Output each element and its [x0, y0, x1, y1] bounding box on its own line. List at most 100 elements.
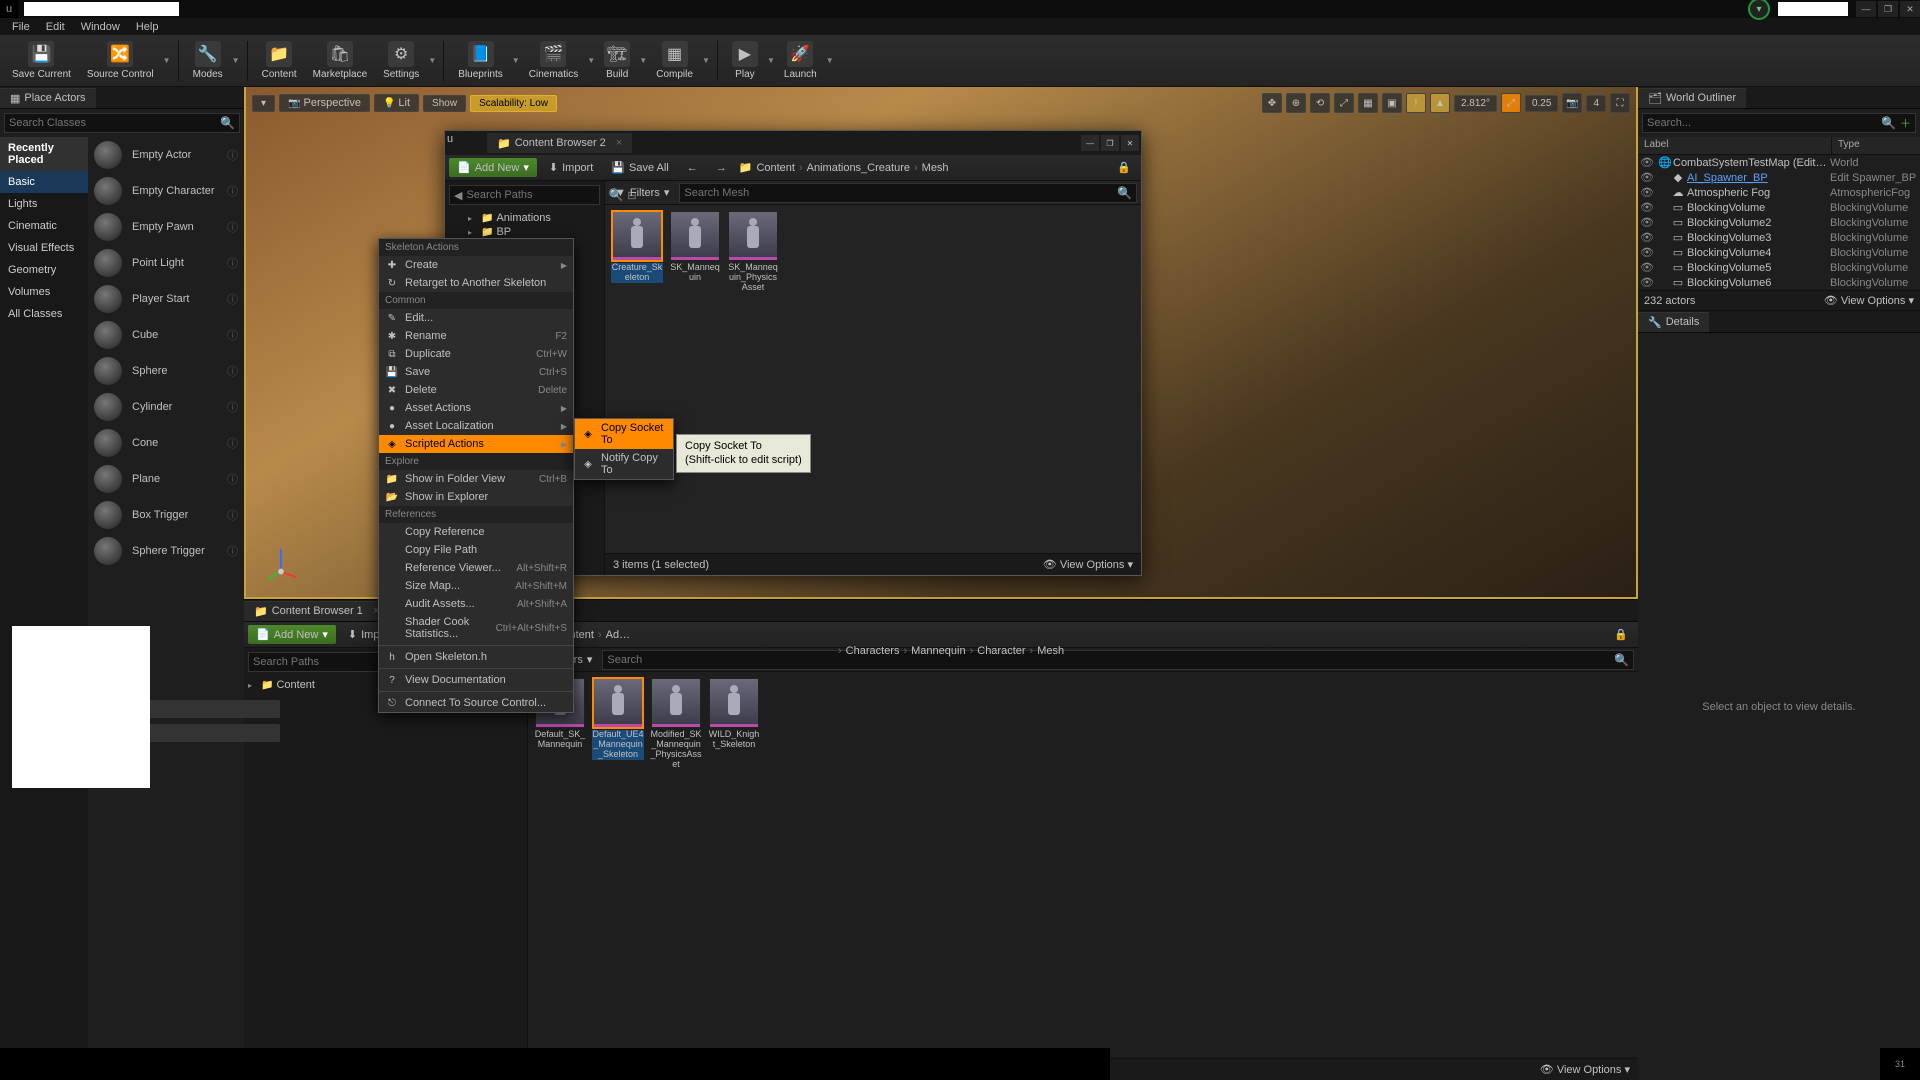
context-item-shader-cook-statistics-[interactable]: Shader Cook Statistics...Ctrl+Alt+Shift+…: [379, 613, 573, 643]
info-icon[interactable]: ⓘ: [227, 147, 238, 163]
nav-back-button[interactable]: ←: [681, 159, 704, 177]
warning-icon[interactable]: !: [1406, 93, 1426, 113]
context-item-create[interactable]: ✚Create▶: [379, 256, 573, 274]
close-icon[interactable]: ×: [616, 137, 622, 149]
content-button[interactable]: 📁Content: [254, 37, 305, 85]
scale-snap-value[interactable]: 0.25: [1525, 95, 1558, 112]
asset-item[interactable]: Default_UE4_Mannequin_Skeleton: [592, 678, 644, 770]
outliner-row[interactable]: 👁◆AI_Spawner_BPEdit Spawner_BP: [1638, 170, 1920, 185]
camera-speed-value[interactable]: 4: [1586, 95, 1606, 112]
context-item-edit-[interactable]: ✎Edit...: [379, 309, 573, 327]
outliner-row[interactable]: 👁▭BlockingVolume3BlockingVolume: [1638, 230, 1920, 245]
outliner-row[interactable]: 👁🌐CombatSystemTestMap (Editor)World: [1638, 155, 1920, 170]
context-item-duplicate[interactable]: ⧉DuplicateCtrl+W: [379, 345, 573, 363]
actor-cone[interactable]: Coneⓘ: [88, 425, 244, 461]
dropdown-arrow-icon[interactable]: ▼: [766, 37, 776, 85]
col-type[interactable]: Type: [1832, 137, 1920, 154]
outliner-row[interactable]: 👁▭BlockingVolume4BlockingVolume: [1638, 245, 1920, 260]
window-restore-button[interactable]: ❐: [1878, 1, 1898, 17]
dropdown-arrow-icon[interactable]: ▼: [162, 37, 172, 85]
visibility-icon[interactable]: 👁: [1640, 201, 1652, 214]
context-item-audit-assets-[interactable]: Audit Assets...Alt+Shift+A: [379, 595, 573, 613]
compile-button[interactable]: ▦Compile: [648, 37, 701, 85]
warning2-icon[interactable]: ▲: [1430, 93, 1450, 113]
crumb-item[interactable]: Mesh: [922, 162, 949, 174]
info-icon[interactable]: ⓘ: [227, 507, 238, 523]
tab-content-browser-2[interactable]: 📁 Content Browser 2 ×: [487, 133, 632, 153]
visibility-icon[interactable]: 👁: [1640, 246, 1652, 259]
blueprints-button[interactable]: 📘Blueprints: [450, 37, 510, 85]
context-item-copy-reference[interactable]: Copy Reference: [379, 523, 573, 541]
category-geometry[interactable]: Geometry: [0, 259, 88, 281]
build-button[interactable]: 🏗Build: [596, 37, 638, 85]
search-paths-input[interactable]: [466, 189, 608, 201]
menu-edit[interactable]: Edit: [38, 19, 73, 35]
add-new-button[interactable]: 📄 Add New ▾: [248, 625, 336, 644]
window-minimize-button[interactable]: —: [1856, 1, 1876, 17]
dropdown-arrow-icon[interactable]: ▼: [511, 37, 521, 85]
search-assets-input[interactable]: [684, 187, 1117, 199]
asset-item[interactable]: SK_Mannequin_PhysicsAsset: [727, 211, 779, 293]
actor-point-light[interactable]: Point Lightⓘ: [88, 245, 244, 281]
category-lights[interactable]: Lights: [0, 193, 88, 215]
outliner-row[interactable]: 👁▭BlockingVolume6BlockingVolume: [1638, 275, 1920, 290]
dropdown-arrow-icon[interactable]: ▼: [231, 37, 241, 85]
visibility-icon[interactable]: 👁: [1640, 156, 1652, 169]
viewport-lit-button[interactable]: 💡 Lit: [374, 94, 419, 112]
visibility-icon[interactable]: 👁: [1640, 231, 1652, 244]
category-volumes[interactable]: Volumes: [0, 281, 88, 303]
visibility-icon[interactable]: 👁: [1640, 171, 1652, 184]
category-visual-effects[interactable]: Visual Effects: [0, 237, 88, 259]
context-item-copy-socket-to[interactable]: ◈Copy Socket To: [575, 419, 673, 449]
dropdown-arrow-icon[interactable]: ▼: [701, 37, 711, 85]
scale-snap-icon[interactable]: ⤢: [1501, 93, 1521, 113]
rotation-snap-value[interactable]: 2.812°: [1454, 95, 1497, 112]
window-close-button[interactable]: ✕: [1900, 1, 1920, 17]
crumb-item[interactable]: Mannequin: [911, 645, 965, 657]
visibility-icon[interactable]: 👁: [1640, 261, 1652, 274]
actor-sphere-trigger[interactable]: Sphere Triggerⓘ: [88, 533, 244, 569]
outliner-search[interactable]: 🔍 ＋: [1642, 113, 1916, 133]
context-item-show-in-folder-view[interactable]: 📁Show in Folder ViewCtrl+B: [379, 470, 573, 488]
context-item-copy-file-path[interactable]: Copy File Path: [379, 541, 573, 559]
view-options-button[interactable]: 👁 View Options ▾: [1540, 1063, 1630, 1076]
view-options-button[interactable]: 👁 View Options ▾: [1824, 294, 1914, 307]
search-paths-box[interactable]: ◀ 🔍 ⊟: [449, 185, 600, 205]
info-icon[interactable]: ⓘ: [227, 183, 238, 199]
crumb-item[interactable]: Character: [977, 645, 1025, 657]
transform-rotate-icon[interactable]: ⟲: [1310, 93, 1330, 113]
category-basic[interactable]: Basic: [0, 171, 88, 193]
actor-sphere[interactable]: Sphereⓘ: [88, 353, 244, 389]
add-new-button[interactable]: 📄 Add New ▾: [449, 158, 537, 177]
menu-window[interactable]: Window: [73, 19, 128, 35]
dropdown-arrow-icon[interactable]: ▼: [638, 37, 648, 85]
outliner-row[interactable]: 👁▭BlockingVolumeBlockingVolume: [1638, 200, 1920, 215]
dropdown-arrow-icon[interactable]: ▼: [427, 37, 437, 85]
crumb-item[interactable]: Characters: [846, 645, 900, 657]
search-classes-input[interactable]: [9, 117, 220, 129]
view-options-button[interactable]: 👁 View Options ▾: [1043, 558, 1133, 571]
dropdown-arrow-icon[interactable]: ▼: [586, 37, 596, 85]
actor-cube[interactable]: Cubeⓘ: [88, 317, 244, 353]
play-button[interactable]: ▶Play: [724, 37, 766, 85]
asset-item[interactable]: Modified_SK_Mannequin_PhysicsAsset: [650, 678, 702, 770]
modes-button[interactable]: 🔧Modes: [185, 37, 231, 85]
place-actors-search[interactable]: 🔍: [4, 113, 240, 133]
visibility-icon[interactable]: 👁: [1640, 276, 1652, 289]
actor-empty-character[interactable]: Empty Characterⓘ: [88, 173, 244, 209]
lock-icon[interactable]: 🔒: [1608, 625, 1634, 644]
actor-box-trigger[interactable]: Box Triggerⓘ: [88, 497, 244, 533]
show-sources-icon[interactable]: ◀: [454, 189, 462, 202]
context-item-show-in-explorer[interactable]: 📂Show in Explorer: [379, 488, 573, 506]
visibility-icon[interactable]: 👁: [1640, 186, 1652, 199]
outliner-search-input[interactable]: [1647, 117, 1881, 129]
asset-item[interactable]: SK_Mannequin: [669, 211, 721, 293]
info-icon[interactable]: ⓘ: [227, 399, 238, 415]
actor-empty-actor[interactable]: Empty Actorⓘ: [88, 137, 244, 173]
actor-cylinder[interactable]: Cylinderⓘ: [88, 389, 244, 425]
context-item-asset-actions[interactable]: ●Asset Actions▶: [379, 399, 573, 417]
outliner-row[interactable]: 👁▭BlockingVolume5BlockingVolume: [1638, 260, 1920, 275]
col-label[interactable]: Label: [1638, 137, 1832, 154]
info-icon[interactable]: ⓘ: [227, 471, 238, 487]
actor-empty-pawn[interactable]: Empty Pawnⓘ: [88, 209, 244, 245]
